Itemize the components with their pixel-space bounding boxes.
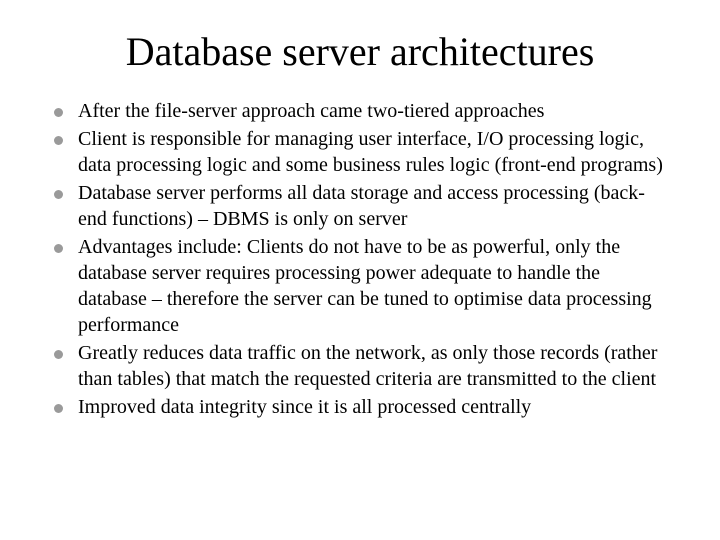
list-item: Client is responsible for managing user … <box>50 126 670 178</box>
list-item: Greatly reduces data traffic on the netw… <box>50 340 670 392</box>
list-item: Database server performs all data storag… <box>50 180 670 232</box>
slide-title: Database server architectures <box>40 30 680 74</box>
list-item: After the file-server approach came two-… <box>50 98 670 124</box>
list-item: Advantages include: Clients do not have … <box>50 234 670 338</box>
list-item: Improved data integrity since it is all … <box>50 394 670 420</box>
bullet-list: After the file-server approach came two-… <box>40 98 680 420</box>
slide: Database server architectures After the … <box>0 0 720 540</box>
